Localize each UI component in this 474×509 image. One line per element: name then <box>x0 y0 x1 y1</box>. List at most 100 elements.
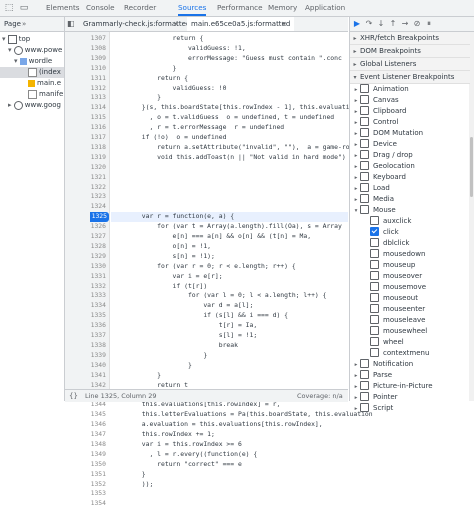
tab-application[interactable]: Application <box>305 0 345 16</box>
checkbox[interactable] <box>360 402 369 412</box>
event-breakpoint-row[interactable]: mousedown <box>370 248 425 260</box>
checkbox[interactable] <box>370 281 379 291</box>
close-tab-icon[interactable]: × <box>281 17 287 31</box>
event-breakpoint-row[interactable]: ▸ Animation <box>352 83 409 95</box>
tab-elements[interactable]: Elements <box>46 0 80 16</box>
event-breakpoint-row[interactable]: ▸ Keyboard <box>352 171 406 183</box>
collapsed-triangle-icon[interactable]: ▸ <box>352 404 360 415</box>
line-number[interactable]: 1346 <box>91 420 106 430</box>
tree-item-main-js[interactable]: main.e <box>28 78 61 89</box>
tab-recorder[interactable]: Recorder <box>124 0 156 16</box>
event-breakpoint-row[interactable]: mouseover <box>370 270 422 282</box>
event-breakpoint-row[interactable]: mousemove <box>370 281 426 293</box>
checkbox[interactable] <box>360 204 369 214</box>
sidebar-scrollbar-thumb[interactable] <box>470 137 473 197</box>
event-breakpoint-row[interactable]: mouseup <box>370 259 415 271</box>
event-breakpoint-row[interactable]: mouseout <box>370 292 418 304</box>
tree-item-origin[interactable]: ▾ www.powe <box>8 45 62 56</box>
event-breakpoint-row[interactable]: ▸ Clipboard <box>352 105 406 117</box>
event-breakpoint-row[interactable]: ▸ Drag / drop <box>352 149 413 161</box>
checkbox[interactable] <box>370 237 379 247</box>
event-breakpoint-row[interactable]: mousewheel <box>370 325 427 337</box>
checkbox[interactable] <box>360 138 369 148</box>
tab-performance[interactable]: Performance <box>217 0 263 16</box>
section-header[interactable]: ▸ XHR/fetch Breakpoints <box>350 32 470 45</box>
checkbox[interactable] <box>360 149 369 159</box>
inspect-icon[interactable]: ⬚ <box>3 2 15 14</box>
checkbox[interactable] <box>360 83 369 93</box>
format-icon[interactable]: {} <box>69 390 78 402</box>
checkbox[interactable] <box>370 248 379 258</box>
event-breakpoint-row[interactable]: ▸ Device <box>352 138 397 150</box>
device-toolbar-icon[interactable]: ▭ <box>18 2 30 14</box>
step-out-icon[interactable]: ↑ <box>388 19 398 29</box>
code-area[interactable]: return { validGuess: !1, errorMessage: "… <box>65 32 373 488</box>
checkbox[interactable] <box>370 259 379 269</box>
event-breakpoint-row[interactable]: ▸ Load <box>352 182 390 194</box>
event-breakpoint-row[interactable]: ▸ Script <box>352 402 393 415</box>
checkbox[interactable] <box>370 215 379 225</box>
more-tabs-icon[interactable]: » <box>22 17 26 31</box>
expanded-triangle-icon[interactable]: ▾ <box>352 206 360 217</box>
tab-console[interactable]: Console <box>86 0 115 16</box>
event-breakpoint-row[interactable]: ▸ Control <box>352 116 398 128</box>
event-breakpoint-row[interactable]: mouseleave <box>370 314 425 326</box>
event-breakpoint-row[interactable]: auxclick <box>370 215 411 227</box>
event-breakpoint-row[interactable]: ▸ Picture-in-Picture <box>352 380 433 392</box>
pause-on-exceptions-icon[interactable]: ⏸ <box>424 19 434 29</box>
checkbox[interactable] <box>370 325 379 335</box>
section-header[interactable]: ▾ Event Listener Breakpoints <box>350 71 470 84</box>
line-number[interactable]: 1349 <box>91 450 106 460</box>
checkbox[interactable] <box>370 347 379 357</box>
close-tab-icon[interactable]: × <box>173 17 179 31</box>
checkbox[interactable] <box>360 380 369 390</box>
checkbox[interactable] <box>370 292 379 302</box>
line-number[interactable]: 1345 <box>91 410 106 420</box>
line-number[interactable]: 1350 <box>91 460 106 470</box>
tree-item-folder[interactable]: ▾ wordle <box>14 56 52 67</box>
line-number[interactable]: 1353 <box>91 489 106 499</box>
tab-sources[interactable]: Sources <box>178 0 207 16</box>
checkbox[interactable] <box>360 160 369 170</box>
event-breakpoint-row[interactable]: contextmenu <box>370 347 429 359</box>
checkbox[interactable] <box>360 369 369 379</box>
checkbox[interactable] <box>360 171 369 181</box>
checkbox[interactable] <box>370 226 379 236</box>
sidebar-scrollbar[interactable] <box>469 32 474 401</box>
step-over-icon[interactable]: ↷ <box>364 19 374 29</box>
checkbox[interactable] <box>360 358 369 368</box>
resume-icon[interactable]: ▶ <box>352 19 362 29</box>
checkbox[interactable] <box>370 303 379 313</box>
event-breakpoint-row[interactable]: dblclick <box>370 237 409 249</box>
event-breakpoint-row[interactable]: ▸ Notification <box>352 358 413 370</box>
checkbox[interactable] <box>360 116 369 126</box>
event-breakpoint-row[interactable]: click <box>370 226 399 238</box>
event-breakpoint-row[interactable]: ▾ Mouse <box>352 204 396 217</box>
event-breakpoint-row[interactable]: ▸ Geolocation <box>352 160 415 172</box>
tab-page[interactable]: Page <box>4 17 21 31</box>
section-header[interactable]: ▸ Global Listeners <box>350 58 470 71</box>
checkbox[interactable] <box>360 105 369 115</box>
event-breakpoint-row[interactable]: mouseenter <box>370 303 425 315</box>
tree-item-google[interactable]: ▸ www.goog <box>8 100 61 111</box>
editor-tab-main[interactable]: main.e65ce0a5.js:formatted <box>187 17 295 31</box>
event-breakpoint-row[interactable]: ▸ Media <box>352 193 394 205</box>
line-number[interactable]: 1352 <box>91 480 106 490</box>
event-breakpoint-row[interactable]: ▸ Parse <box>352 369 392 381</box>
tree-item-manifest[interactable]: manife <box>28 89 63 100</box>
line-number[interactable]: 1347 <box>91 430 106 440</box>
checkbox[interactable] <box>360 391 369 401</box>
tree-item-top[interactable]: ▾ top <box>2 34 30 45</box>
toggle-navigator-icon[interactable]: ◧ <box>67 19 77 29</box>
event-breakpoint-row[interactable]: ▸ DOM Mutation <box>352 127 423 139</box>
checkbox[interactable] <box>370 314 379 324</box>
line-number[interactable]: 1348 <box>91 440 106 450</box>
deactivate-breakpoints-icon[interactable]: ⊘ <box>412 19 422 29</box>
event-breakpoint-row[interactable]: ▸ Pointer <box>352 391 398 403</box>
tree-item-index[interactable]: (index <box>0 67 64 78</box>
event-breakpoint-row[interactable]: ▸ Canvas <box>352 94 399 106</box>
checkbox[interactable] <box>370 336 379 346</box>
checkbox[interactable] <box>360 193 369 203</box>
line-number[interactable]: 1354 <box>91 499 106 509</box>
step-into-icon[interactable]: ↓ <box>376 19 386 29</box>
